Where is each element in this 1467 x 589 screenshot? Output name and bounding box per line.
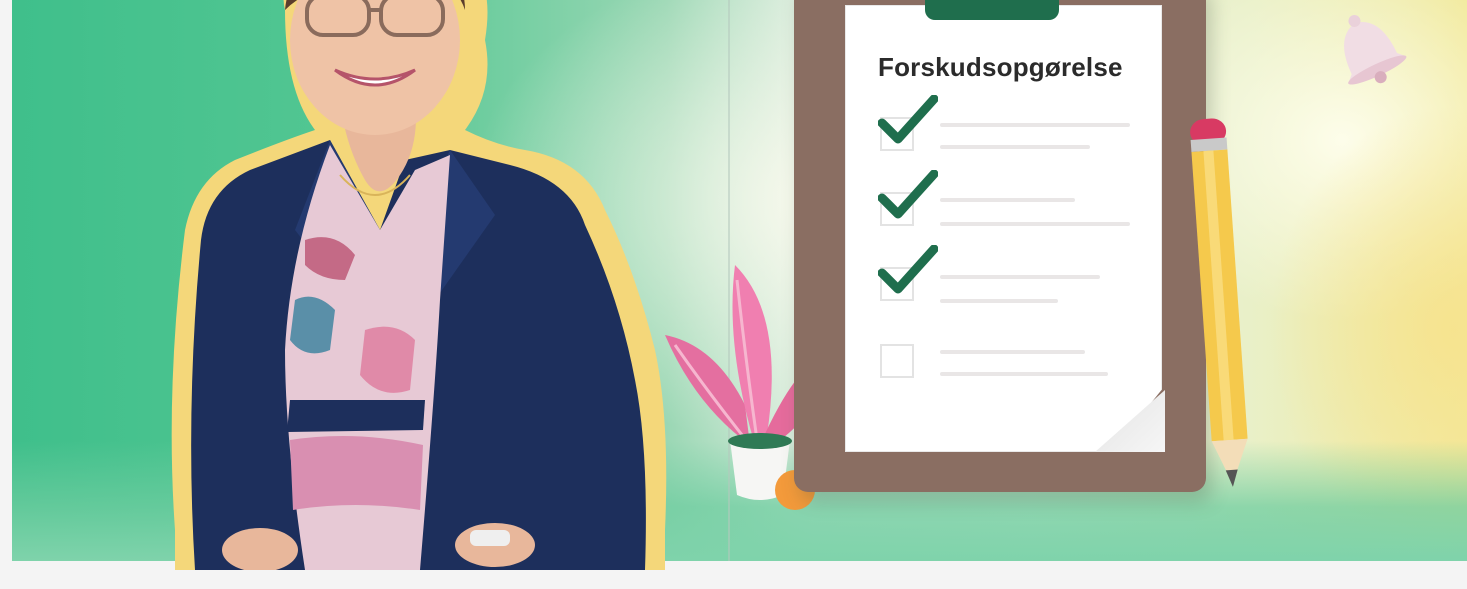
checkmark-icon — [878, 245, 938, 294]
checkbox — [880, 344, 914, 378]
sheet-title: Forskudsopgørelse — [878, 52, 1123, 82]
text-line — [940, 275, 1100, 279]
pencil-icon — [1180, 112, 1270, 497]
article-headline-cropped[interactable]: ​ — [12, 574, 1452, 589]
bell-icon — [1318, 0, 1418, 100]
checklist-item — [878, 245, 1138, 305]
text-line — [940, 198, 1075, 202]
text-line — [940, 222, 1130, 226]
text-line — [940, 299, 1058, 303]
checkmark-icon — [878, 95, 938, 144]
text-line — [940, 145, 1090, 149]
checkmark-icon — [878, 170, 938, 219]
text-line — [940, 372, 1108, 376]
clipboard-clip — [925, 0, 1059, 20]
article-card[interactable]: Forskudsopgørelse — [0, 0, 1467, 589]
checklist-item — [878, 322, 1138, 382]
checklist-item — [878, 95, 1138, 155]
text-line — [940, 350, 1085, 354]
text-line — [940, 123, 1130, 127]
person-portrait — [165, 0, 685, 570]
checklist-item — [878, 170, 1138, 230]
